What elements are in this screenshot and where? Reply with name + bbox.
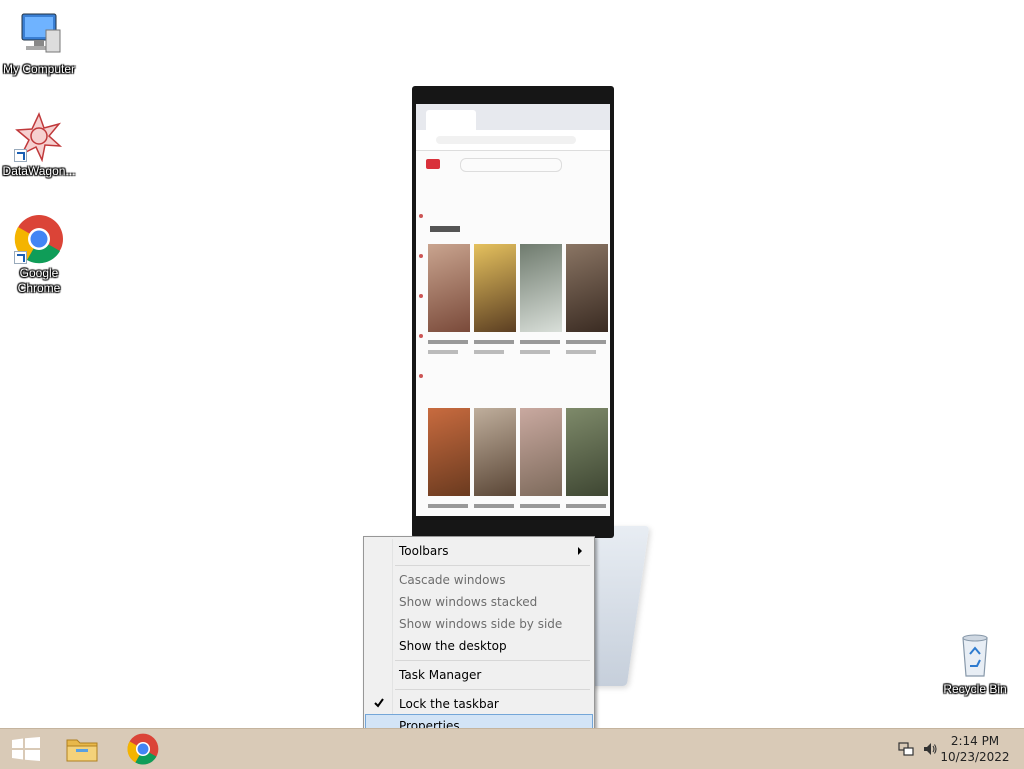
desktop-icon-label: Google Chrome	[17, 266, 61, 295]
taskbar[interactable]: 2:14 PM 10/23/2022	[0, 728, 1024, 769]
menu-separator	[395, 565, 590, 566]
file-explorer-button[interactable]	[56, 729, 108, 769]
shortcut-arrow-icon	[14, 149, 27, 162]
menu-item-label: Show the desktop	[399, 639, 507, 653]
windows-logo-icon	[12, 737, 40, 761]
menu-item-show-windows-side-by-side[interactable]: Show windows side by side	[366, 613, 592, 635]
datawagon-icon	[14, 112, 64, 163]
menu-item-label: Show windows stacked	[399, 595, 538, 609]
desktop-icon-label: Recycle Bin	[943, 682, 1007, 696]
chrome-icon	[127, 733, 159, 765]
menu-item-task-manager[interactable]: Task Manager	[366, 664, 592, 686]
folder-icon	[66, 739, 98, 762]
volume-icon[interactable]	[922, 741, 938, 757]
menu-item-label: Toolbars	[399, 544, 449, 558]
desktop-icon-google-chrome[interactable]: Google Chrome	[0, 214, 78, 296]
clock-date: 10/23/2022	[940, 750, 1010, 764]
menu-item-show-the-desktop[interactable]: Show the desktop	[366, 635, 592, 657]
menu-item-toolbars[interactable]: Toolbars	[366, 540, 592, 562]
recycle-bin-icon	[950, 630, 1000, 680]
desktop-icon-recycle-bin[interactable]: Recycle Bin	[936, 630, 1014, 697]
chrome-button[interactable]	[117, 729, 169, 769]
computer-icon	[14, 10, 64, 60]
menu-separator	[395, 689, 590, 690]
shortcut-arrow-icon	[14, 251, 27, 264]
submenu-arrow-icon	[578, 547, 582, 555]
phone-screen-graphic	[416, 104, 610, 516]
desktop-icon-datawagon[interactable]: DataWagon...	[0, 112, 78, 179]
desktop-icon-label: DataWagon...	[2, 164, 76, 178]
system-clock[interactable]: 2:14 PM 10/23/2022	[940, 733, 1010, 765]
menu-item-label: Cascade windows	[399, 573, 506, 587]
menu-item-label: Lock the taskbar	[399, 697, 499, 711]
phone-body-graphic	[412, 86, 614, 538]
start-button[interactable]	[0, 729, 52, 769]
taskbar-context-menu: Toolbars Cascade windows Show windows st…	[363, 536, 595, 739]
menu-item-cascade-windows[interactable]: Cascade windows	[366, 569, 592, 591]
checkmark-icon	[374, 698, 384, 708]
network-icon[interactable]	[898, 741, 914, 757]
chrome-icon	[14, 214, 64, 264]
menu-item-lock-the-taskbar[interactable]: Lock the taskbar	[366, 693, 592, 715]
menu-item-show-windows-stacked[interactable]: Show windows stacked	[366, 591, 592, 613]
menu-item-label: Task Manager	[399, 668, 482, 682]
desktop-icon-my-computer[interactable]: My Computer	[0, 10, 78, 77]
menu-separator	[395, 660, 590, 661]
desktop-icon-label: My Computer	[2, 62, 76, 76]
clock-time: 2:14 PM	[950, 734, 1000, 748]
menu-item-label: Show windows side by side	[399, 617, 563, 631]
